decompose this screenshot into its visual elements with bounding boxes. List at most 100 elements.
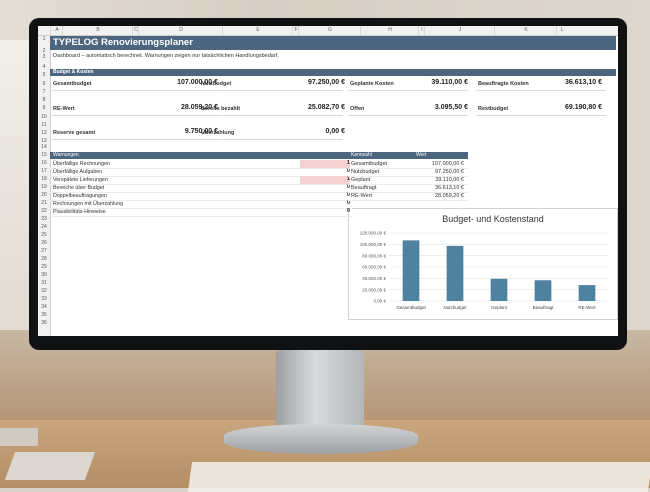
column-header-l[interactable]: L bbox=[556, 26, 567, 35]
kosten-row-name: Nutzbudget bbox=[351, 169, 380, 175]
page-title: TYPELOG Renovierungsplaner bbox=[53, 37, 193, 48]
chart-x-tick-label: Geplant bbox=[491, 305, 508, 310]
row-header-27[interactable]: 27 bbox=[38, 248, 50, 254]
column-header-bar: ABCDEFGHIJKL bbox=[38, 26, 618, 36]
kpi-bezahlt-value[interactable]: 25.082,70 € bbox=[275, 104, 345, 111]
row-header-29[interactable]: 29 bbox=[38, 264, 50, 270]
warning-row[interactable]: Plausibilitäts-Hinweise 0 bbox=[50, 208, 352, 217]
warning-label: Plausibilitäts-Hinweise bbox=[53, 209, 106, 215]
chart-bar-rewert bbox=[578, 285, 596, 301]
chart-bar-beauftragt bbox=[534, 280, 552, 301]
row-header-15[interactable]: 15 bbox=[38, 152, 50, 158]
column-header-d[interactable]: D bbox=[138, 26, 223, 35]
chart-title: Budget- und Kostenstand bbox=[442, 214, 544, 224]
row-header-5[interactable]: 5 bbox=[38, 72, 50, 78]
kpi-ueberzahlung-value[interactable]: 0,00 € bbox=[275, 128, 345, 135]
row-header-6[interactable]: 6 bbox=[38, 81, 50, 87]
column-header-g[interactable]: G bbox=[298, 26, 361, 35]
kosten-row-value: 97.250,00 € bbox=[434, 169, 464, 175]
row-header-31[interactable]: 31 bbox=[38, 280, 50, 286]
kpi-geplant-value[interactable]: 39.110,00 € bbox=[398, 79, 468, 86]
kpi-ueberzahlung-label: Überzahlung bbox=[201, 130, 235, 136]
kpi-restbudget-value[interactable]: 69.190,80 € bbox=[532, 104, 602, 111]
kpi-reserve-label: Reserve gesamt bbox=[53, 130, 96, 136]
row-header-8[interactable]: 8 bbox=[38, 97, 50, 103]
chart-y-tick-label: 20.000,00 € bbox=[362, 287, 386, 292]
kosten-row-value: 39.110,00 € bbox=[435, 177, 464, 183]
row-header-11[interactable]: 11 bbox=[38, 122, 50, 128]
row-header-18[interactable]: 18 bbox=[38, 176, 50, 182]
row-header-4[interactable]: 4 bbox=[38, 64, 50, 70]
kosten-row-value: 107.000,00 € bbox=[431, 161, 464, 167]
chart-x-tick-label: Nutzbudget bbox=[443, 305, 467, 310]
chart-bar-geplant bbox=[490, 278, 508, 301]
warnings-header: Warnungen bbox=[50, 152, 352, 159]
row-header-3[interactable]: 3 bbox=[38, 54, 50, 60]
chart-y-tick-label: 60.000,00 € bbox=[362, 265, 386, 270]
kpi-beauftragt-value[interactable]: 36.613,10 € bbox=[532, 79, 602, 86]
tile-sample bbox=[0, 428, 38, 446]
kpi-bezahlt-label: Bereits bezahlt bbox=[201, 106, 241, 112]
row-header-36[interactable]: 36 bbox=[38, 320, 50, 326]
row-header-19[interactable]: 19 bbox=[38, 184, 50, 190]
column-header-k[interactable]: K bbox=[494, 26, 557, 35]
warnings-title: Warnungen bbox=[53, 152, 79, 158]
kosten-row-value: 28.059,20 € bbox=[434, 193, 464, 199]
warning-label: Verspätete Lieferungen bbox=[53, 177, 108, 183]
kpi-offen-value[interactable]: 3.095,50 € bbox=[398, 104, 468, 111]
warning-count: 1 bbox=[300, 176, 350, 184]
chart-x-tick-label: Beauftragt bbox=[533, 305, 555, 310]
column-header-b[interactable]: B bbox=[62, 26, 133, 35]
row-header-12[interactable]: 12 bbox=[38, 130, 50, 136]
budget-section-title: Budget & Kosten bbox=[53, 69, 94, 75]
kpi-offen-label: Offen bbox=[350, 106, 365, 112]
chart-y-tick-label: 80.000,00 € bbox=[362, 253, 386, 258]
row-header-17[interactable]: 17 bbox=[38, 168, 50, 174]
row-header-21[interactable]: 21 bbox=[38, 200, 50, 206]
kosten-row-value: 36.613,10 € bbox=[434, 185, 464, 191]
row-header-1[interactable]: 1 bbox=[38, 36, 50, 42]
row-header-14[interactable]: 14 bbox=[38, 144, 50, 150]
budget-chart-svg: Budget- und Kostenstand 0,00 € 20.000,00 €… bbox=[360, 214, 609, 310]
row-header-28[interactable]: 28 bbox=[38, 256, 50, 262]
warning-count: 0 bbox=[347, 200, 350, 206]
row-header-26[interactable]: 26 bbox=[38, 240, 50, 246]
row-header-32[interactable]: 32 bbox=[38, 288, 50, 294]
row-header-7[interactable]: 7 bbox=[38, 89, 50, 95]
chart-bar-gesamtbudget bbox=[402, 240, 420, 301]
warning-count: 0 bbox=[347, 184, 350, 190]
warning-count: 1 bbox=[300, 160, 350, 168]
budget-chart[interactable]: Budget- und Kostenstand 0,00 € 20.000,00 €… bbox=[348, 208, 618, 320]
row-header-33[interactable]: 33 bbox=[38, 296, 50, 302]
kpi-nutzbudget-value[interactable]: 97.250,00 € bbox=[275, 79, 345, 86]
kosten-row-name: Beauftragt bbox=[351, 185, 377, 191]
column-header-j[interactable]: J bbox=[424, 26, 495, 35]
row-header-35[interactable]: 35 bbox=[38, 312, 50, 318]
column-header-h[interactable]: H bbox=[360, 26, 419, 35]
budget-section-header: Budget & Kosten bbox=[50, 69, 616, 76]
row-header-24[interactable]: 24 bbox=[38, 224, 50, 230]
column-header-e[interactable]: E bbox=[222, 26, 293, 35]
kosten-row-name: RE-Wert bbox=[351, 193, 372, 199]
kosten-col-kennzahl: Kennzahl bbox=[351, 152, 372, 158]
row-header-20[interactable]: 20 bbox=[38, 192, 50, 198]
chart-x-tick-label: Gesamtbudget bbox=[396, 305, 426, 310]
kpi-nutzbudget-label: Nutzbudget bbox=[201, 81, 232, 87]
row-header-22[interactable]: 22 bbox=[38, 208, 50, 214]
chart-y-tick-label: 120.000,00 € bbox=[360, 231, 387, 236]
row-header-23[interactable]: 23 bbox=[38, 216, 50, 222]
kosten-table-row[interactable]: RE-Wert 28.059,20 € bbox=[348, 192, 468, 201]
row-header-34[interactable]: 34 bbox=[38, 304, 50, 310]
row-header-9[interactable]: 9 bbox=[38, 105, 50, 111]
kpi-restbudget-label: Restbudget bbox=[478, 106, 509, 112]
warning-label: Überfällige Rechnungen bbox=[53, 161, 110, 167]
row-header-16[interactable]: 16 bbox=[38, 160, 50, 166]
warning-label: Rechnungen mit Überzahlung bbox=[53, 201, 124, 207]
warning-count: 0 bbox=[347, 168, 350, 174]
kosten-col-wert: Wert bbox=[416, 152, 427, 158]
kosten-table-header: Kennzahl Wert bbox=[348, 152, 468, 159]
row-header-25[interactable]: 25 bbox=[38, 232, 50, 238]
kosten-row-name: Gesamtbudget bbox=[351, 161, 388, 167]
row-header-30[interactable]: 30 bbox=[38, 272, 50, 278]
row-header-10[interactable]: 10 bbox=[38, 114, 50, 120]
